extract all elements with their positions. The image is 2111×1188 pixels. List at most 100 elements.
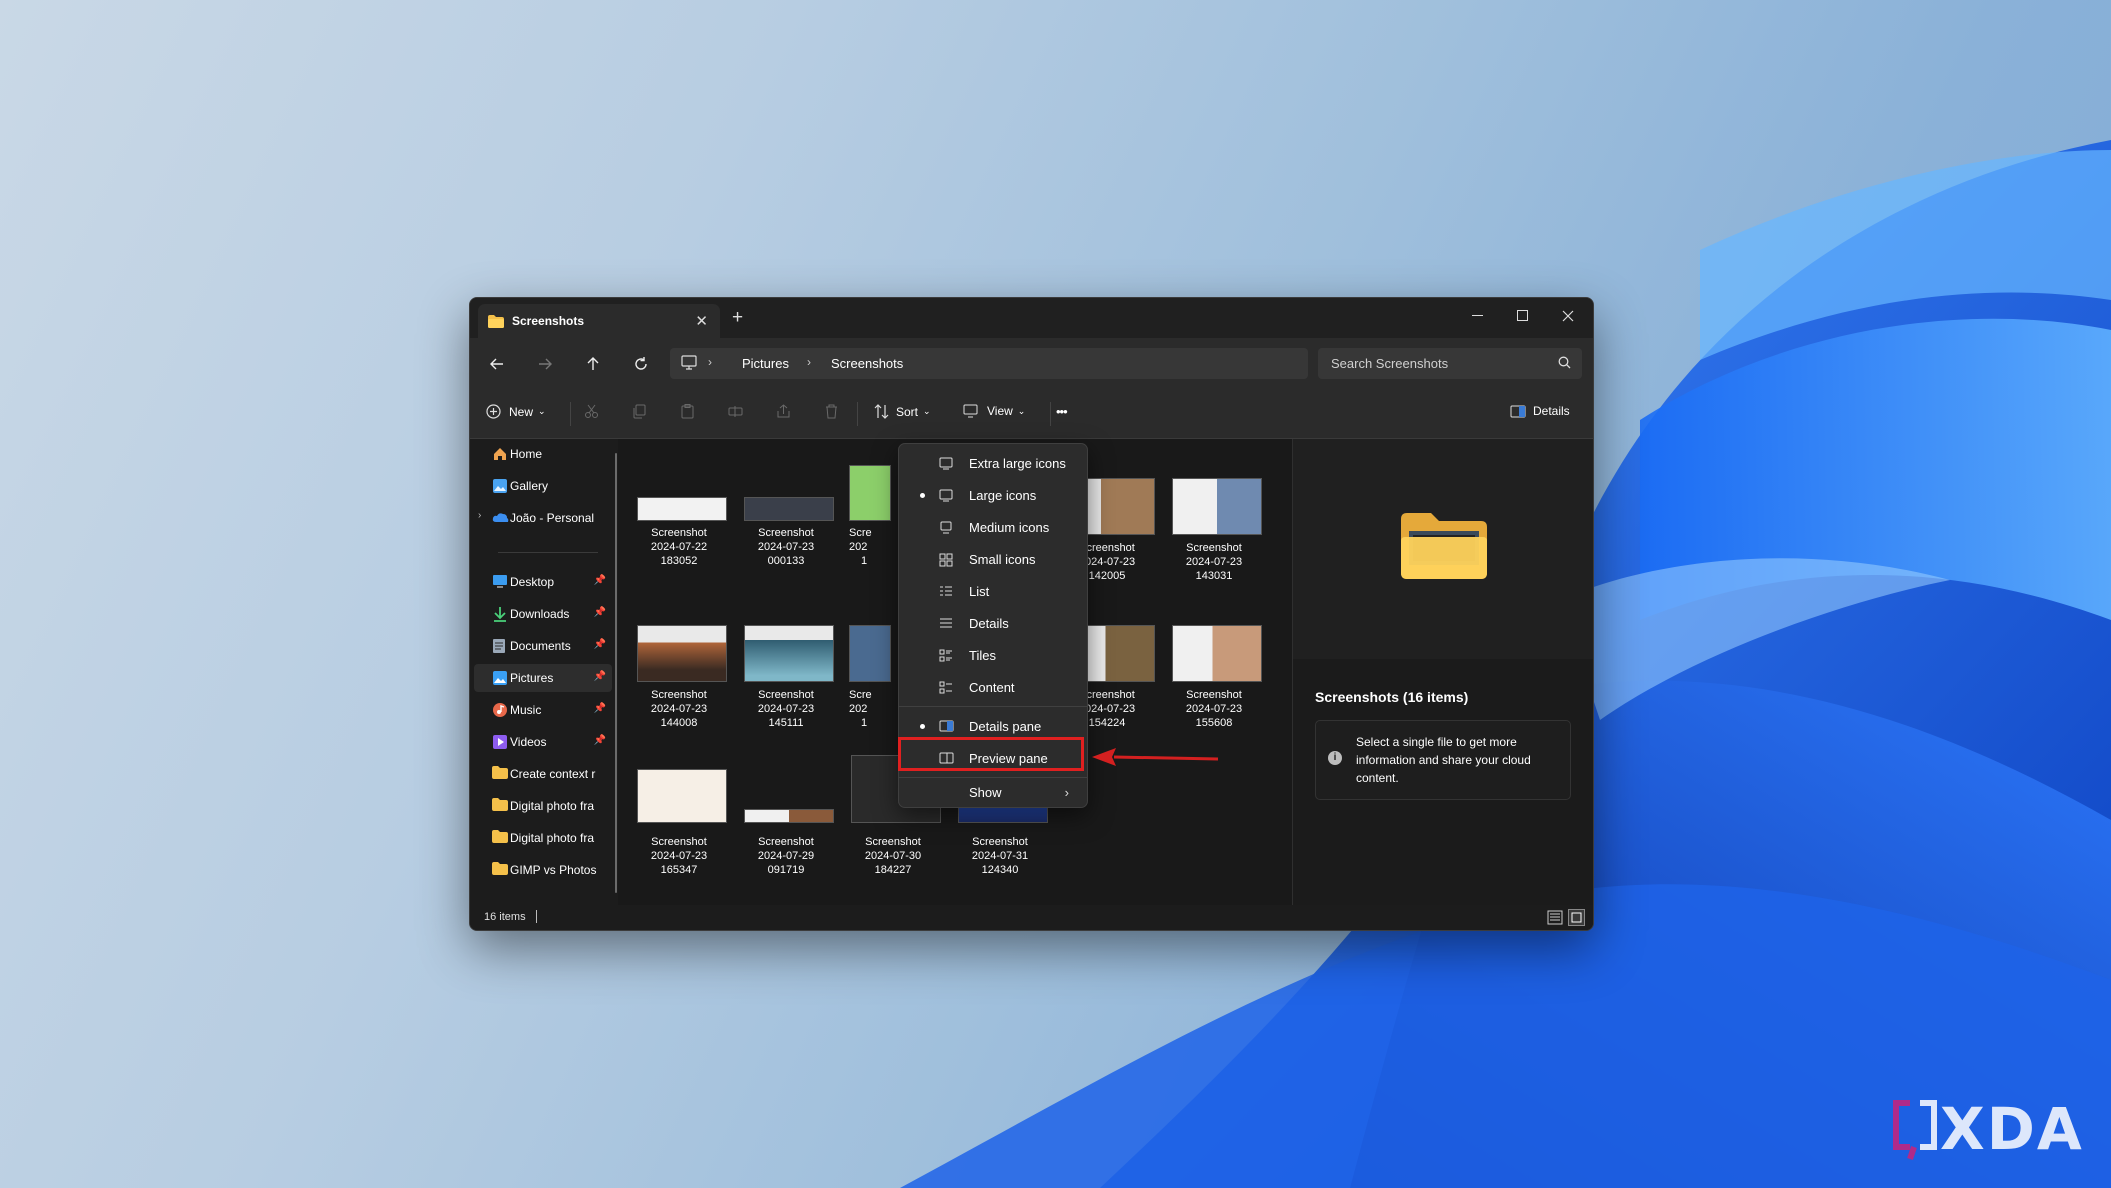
- maximize-button[interactable]: [1500, 302, 1545, 330]
- menu-item-extra-large-icons[interactable]: Extra large icons: [903, 448, 1083, 478]
- rename-icon: [728, 406, 743, 417]
- sidebar-item-folder[interactable]: Create context r: [474, 760, 612, 788]
- sidebar-item-desktop[interactable]: Desktop 📌: [474, 568, 612, 596]
- download-icon: [494, 607, 506, 622]
- cut-button[interactable]: [584, 404, 599, 419]
- view-button[interactable]: View ⌄: [963, 404, 1025, 418]
- sidebar-item-label: Desktop: [510, 575, 555, 589]
- file-item[interactable]: Screenshot 2024-07-23 145111: [738, 603, 834, 733]
- file-time: 184227: [874, 864, 912, 876]
- menu-item-label: Medium icons: [969, 520, 1050, 535]
- sidebar-item-music[interactable]: Music 📌: [474, 696, 612, 724]
- refresh-icon: [635, 357, 647, 370]
- sidebar-item-pictures[interactable]: Pictures 📌: [474, 664, 612, 692]
- file-date: 2024-07-23: [1185, 556, 1243, 568]
- sidebar-item-home[interactable]: Home: [474, 440, 612, 468]
- sidebar-item-downloads[interactable]: Downloads 📌: [474, 600, 612, 628]
- minimize-button[interactable]: [1455, 302, 1500, 330]
- search-input[interactable]: Search Screenshots: [1331, 356, 1448, 371]
- paste-button[interactable]: [680, 404, 695, 419]
- new-label: New: [509, 404, 534, 419]
- copy-icon: [633, 404, 646, 419]
- refresh-button[interactable]: [628, 351, 654, 377]
- highlight-box: [898, 737, 1084, 771]
- details-title: Screenshots (16 items): [1315, 689, 1469, 705]
- sidebar-item-gallery[interactable]: Gallery: [474, 472, 612, 500]
- back-button[interactable]: [484, 351, 510, 377]
- file-name: Screenshot: [651, 527, 707, 539]
- close-tab-icon[interactable]: ✕: [695, 312, 708, 330]
- view-label: View: [987, 404, 1013, 418]
- xda-logo-text: XDA: [1940, 1095, 2084, 1163]
- details-view-icon[interactable]: [1547, 910, 1563, 925]
- gallery-icon: [493, 479, 507, 493]
- new-button[interactable]: New ⌄: [486, 404, 546, 419]
- sidebar-item-folder[interactable]: GIMP vs Photos: [474, 856, 612, 884]
- breadcrumb-pictures[interactable]: Pictures: [742, 356, 789, 371]
- new-tab-button[interactable]: +: [732, 307, 743, 329]
- rename-button[interactable]: [728, 404, 743, 419]
- file-time: 144008: [660, 717, 698, 729]
- file-thumbnail: [744, 809, 834, 823]
- delete-button[interactable]: [824, 404, 839, 419]
- breadcrumb-screenshots[interactable]: Screenshots: [831, 356, 903, 371]
- share-button[interactable]: [776, 404, 791, 419]
- menu-item-content[interactable]: Content: [903, 672, 1083, 702]
- file-item[interactable]: Screenshot 2024-07-23 144008: [631, 603, 727, 733]
- file-name: Screenshot: [758, 527, 814, 539]
- menu-item-list[interactable]: List: [903, 576, 1083, 606]
- pin-icon: 📌: [593, 607, 606, 618]
- file-time: 165347: [660, 864, 698, 876]
- xda-bracket-icon: [1893, 1100, 1937, 1160]
- sidebar-item-documents[interactable]: Documents 📌: [474, 632, 612, 660]
- copy-button[interactable]: [632, 404, 647, 419]
- sidebar-item-label: João - Personal: [510, 511, 595, 525]
- folder-icon: [492, 830, 508, 843]
- sidebar-item-videos[interactable]: Videos 📌: [474, 728, 612, 756]
- file-item[interactable]: Screenshot 2024-07-22 183052: [631, 453, 727, 583]
- pin-icon: 📌: [593, 639, 606, 650]
- sidebar-item-label: GIMP vs Photos: [510, 863, 597, 877]
- menu-item-medium-icons[interactable]: Medium icons: [903, 512, 1083, 542]
- file-item[interactable]: Screenshot 2024-07-23 165347: [631, 753, 727, 883]
- up-button[interactable]: [580, 351, 606, 377]
- scissors-icon: [585, 404, 598, 418]
- more-options-button[interactable]: •••: [1056, 404, 1068, 419]
- file-item[interactable]: Screenshot 2024-07-29 091719: [738, 753, 834, 883]
- large-icons-view-icon[interactable]: [1568, 909, 1585, 926]
- menu-item-label: Details pane: [969, 719, 1042, 734]
- onedrive-icon: [492, 513, 509, 522]
- file-time: 091719: [767, 864, 805, 876]
- file-item[interactable]: Screenshot 2024-07-23 155608: [1166, 603, 1262, 733]
- sidebar-item-onedrive[interactable]: › João - Personal: [474, 504, 612, 532]
- menu-item-show[interactable]: Show ›: [903, 777, 1083, 807]
- address-bar[interactable]: › Pictures › Screenshots: [670, 348, 1308, 379]
- navigation-pane: Home Gallery › João - Personal Desktop 📌…: [470, 439, 618, 905]
- pin-icon: 📌: [593, 671, 606, 682]
- file-item[interactable]: Screenshot 2024-07-23 143031: [1166, 453, 1262, 583]
- sort-button[interactable]: Sort ⌄: [874, 404, 931, 419]
- forward-button[interactable]: [532, 351, 558, 377]
- file-thumbnail: [849, 465, 891, 521]
- menu-item-tiles[interactable]: Tiles: [903, 640, 1083, 670]
- menu-item-label: Content: [969, 680, 1015, 695]
- sidebar-item-folder[interactable]: Digital photo fra: [474, 792, 612, 820]
- details-pane-button[interactable]: Details: [1510, 404, 1570, 418]
- sidebar-item-folder[interactable]: Digital photo fra: [474, 824, 612, 852]
- sidebar-scrollbar[interactable]: [615, 453, 617, 893]
- file-time: 183052: [660, 555, 698, 567]
- tab-screenshots[interactable]: Screenshots ✕: [478, 304, 720, 338]
- sort-arrows-icon: [874, 404, 889, 419]
- file-thumbnail: [744, 497, 834, 521]
- close-window-button[interactable]: [1545, 302, 1590, 330]
- menu-item-large-icons[interactable]: Large icons: [903, 480, 1083, 510]
- search-box[interactable]: Search Screenshots: [1318, 348, 1582, 379]
- xda-logo: XDA: [1890, 1095, 2084, 1163]
- file-item[interactable]: Screenshot 2024-07-23 000133: [738, 453, 834, 583]
- menu-item-details[interactable]: Details: [903, 608, 1083, 638]
- file-date: 2024-07-30: [864, 850, 922, 862]
- menu-item-label: Tiles: [969, 648, 996, 663]
- menu-item-small-icons[interactable]: Small icons: [903, 544, 1083, 574]
- details-preview: [1293, 439, 1593, 659]
- menu-item-label: Small icons: [969, 552, 1036, 567]
